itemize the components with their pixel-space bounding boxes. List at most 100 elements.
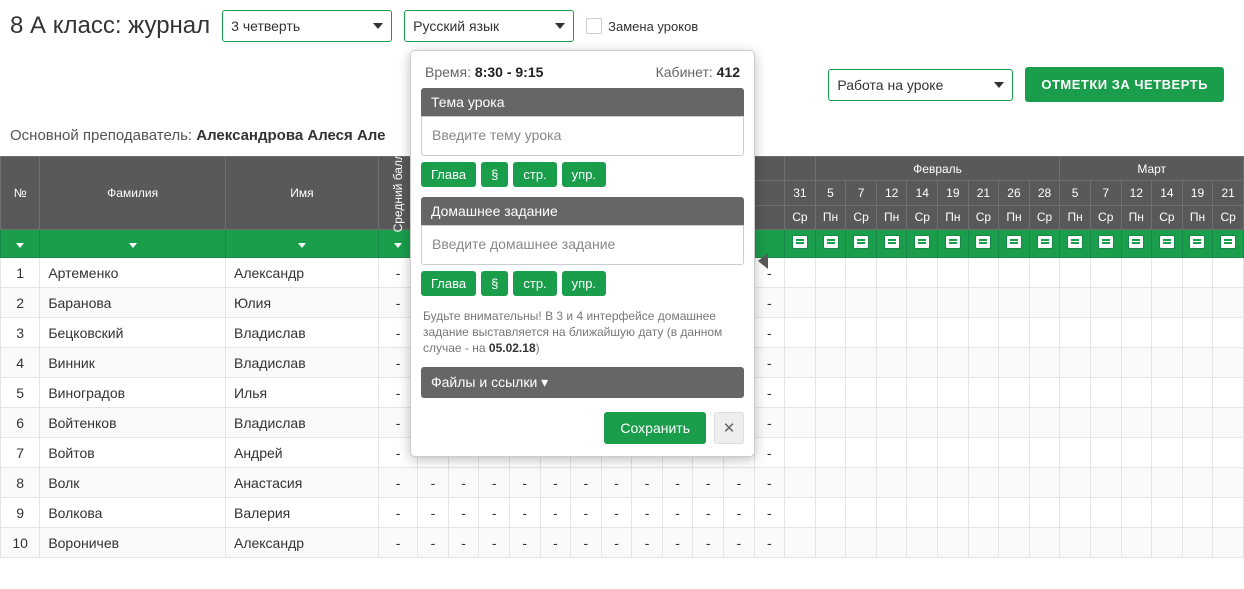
filter-cell[interactable]: [815, 230, 846, 258]
cell-mark[interactable]: [1060, 408, 1091, 438]
cell-mark[interactable]: -: [540, 528, 571, 558]
cell-mark[interactable]: [785, 258, 816, 288]
cell-mark[interactable]: [1029, 498, 1060, 528]
cell-mark[interactable]: [938, 438, 969, 468]
cell-mark[interactable]: [1090, 528, 1121, 558]
col-day[interactable]: 14: [1152, 181, 1183, 205]
note-icon[interactable]: [1189, 235, 1205, 249]
cell-mark[interactable]: -: [418, 498, 449, 528]
cell-mark[interactable]: [968, 438, 999, 468]
cell-mark[interactable]: [846, 288, 877, 318]
chip-[interactable]: упр.: [562, 271, 606, 296]
cell-mark[interactable]: [876, 288, 907, 318]
cell-mark[interactable]: [1213, 408, 1244, 438]
cell-mark[interactable]: -: [754, 288, 785, 318]
cell-mark[interactable]: [968, 288, 999, 318]
cell-mark[interactable]: [876, 438, 907, 468]
cell-mark[interactable]: [846, 438, 877, 468]
cell-mark[interactable]: [846, 348, 877, 378]
cell-mark[interactable]: [815, 438, 846, 468]
cell-mark[interactable]: [938, 498, 969, 528]
cell-mark[interactable]: [1029, 348, 1060, 378]
cell-mark[interactable]: -: [479, 528, 510, 558]
filter-cell[interactable]: [1182, 230, 1213, 258]
cell-mark[interactable]: [1090, 348, 1121, 378]
cell-mark[interactable]: -: [754, 438, 785, 468]
note-icon[interactable]: [1159, 235, 1175, 249]
cell-mark[interactable]: -: [662, 468, 693, 498]
col-day[interactable]: 19: [938, 181, 969, 205]
cell-mark[interactable]: [1090, 288, 1121, 318]
cell-mark[interactable]: -: [754, 528, 785, 558]
cell-mark[interactable]: -: [754, 408, 785, 438]
filter-cell[interactable]: [40, 230, 226, 258]
cell-mark[interactable]: -: [601, 468, 632, 498]
cell-mark[interactable]: -: [632, 528, 663, 558]
cell-mark[interactable]: [876, 378, 907, 408]
cell-mark[interactable]: [938, 348, 969, 378]
cell-mark[interactable]: [1182, 318, 1213, 348]
chip-[interactable]: стр.: [513, 162, 556, 187]
cell-mark[interactable]: [1182, 468, 1213, 498]
cell-lastname[interactable]: Войтенков: [40, 408, 226, 438]
cell-mark[interactable]: [1182, 378, 1213, 408]
cell-mark[interactable]: [876, 258, 907, 288]
cell-mark[interactable]: [876, 408, 907, 438]
cell-mark[interactable]: -: [448, 468, 479, 498]
term-marks-button[interactable]: ОТМЕТКИ ЗА ЧЕТВЕРТЬ: [1025, 67, 1224, 102]
chip-[interactable]: упр.: [562, 162, 606, 187]
subject-select[interactable]: Русский язык: [404, 10, 574, 42]
cell-mark[interactable]: [1060, 528, 1091, 558]
cell-mark[interactable]: -: [571, 498, 602, 528]
cell-mark[interactable]: -: [632, 468, 663, 498]
files-links-toggle[interactable]: Файлы и ссылки ▾: [421, 367, 744, 398]
note-icon[interactable]: [1006, 235, 1022, 249]
homework-input[interactable]: Введите домашнее задание: [421, 225, 744, 265]
cell-mark[interactable]: [1029, 288, 1060, 318]
col-day[interactable]: 7: [1090, 181, 1121, 205]
cell-mark[interactable]: -: [601, 528, 632, 558]
cell-mark[interactable]: [1213, 258, 1244, 288]
cell-mark[interactable]: [1060, 498, 1091, 528]
col-day[interactable]: 14: [907, 181, 938, 205]
cell-mark[interactable]: [1121, 498, 1152, 528]
cell-mark[interactable]: [1213, 318, 1244, 348]
cell-lastname[interactable]: Винник: [40, 348, 226, 378]
cell-mark[interactable]: -: [571, 528, 602, 558]
cell-mark[interactable]: [999, 498, 1030, 528]
note-icon[interactable]: [884, 235, 900, 249]
cell-mark[interactable]: [999, 258, 1030, 288]
col-day[interactable]: 12: [1121, 181, 1152, 205]
cell-firstname[interactable]: Александр: [225, 258, 378, 288]
cell-mark[interactable]: [1029, 528, 1060, 558]
col-day[interactable]: 28: [1029, 181, 1060, 205]
cell-mark[interactable]: [785, 438, 816, 468]
cell-lastname[interactable]: Виноградов: [40, 378, 226, 408]
note-icon[interactable]: [853, 235, 869, 249]
cell-lastname[interactable]: Войтов: [40, 438, 226, 468]
cell-mark[interactable]: [1152, 348, 1183, 378]
cell-mark[interactable]: [1090, 378, 1121, 408]
filter-cell[interactable]: [876, 230, 907, 258]
cell-mark[interactable]: [999, 348, 1030, 378]
cell-mark[interactable]: [815, 468, 846, 498]
cell-firstname[interactable]: Александр: [225, 528, 378, 558]
filter-cell[interactable]: [1, 230, 40, 258]
cell-mark[interactable]: [1152, 318, 1183, 348]
cell-mark[interactable]: [1182, 348, 1213, 378]
cell-mark[interactable]: -: [601, 498, 632, 528]
cell-mark[interactable]: [907, 378, 938, 408]
cell-mark[interactable]: [815, 378, 846, 408]
cell-mark[interactable]: [907, 498, 938, 528]
cell-mark[interactable]: [1090, 258, 1121, 288]
cell-mark[interactable]: [1152, 468, 1183, 498]
cell-mark[interactable]: [1152, 378, 1183, 408]
cell-mark[interactable]: -: [754, 348, 785, 378]
cell-mark[interactable]: [815, 408, 846, 438]
cell-mark[interactable]: -: [571, 468, 602, 498]
cell-mark[interactable]: -: [754, 378, 785, 408]
cell-mark[interactable]: [846, 468, 877, 498]
filter-cell[interactable]: [1090, 230, 1121, 258]
col-day[interactable]: 19: [1182, 181, 1213, 205]
cell-lastname[interactable]: Вороничев: [40, 528, 226, 558]
